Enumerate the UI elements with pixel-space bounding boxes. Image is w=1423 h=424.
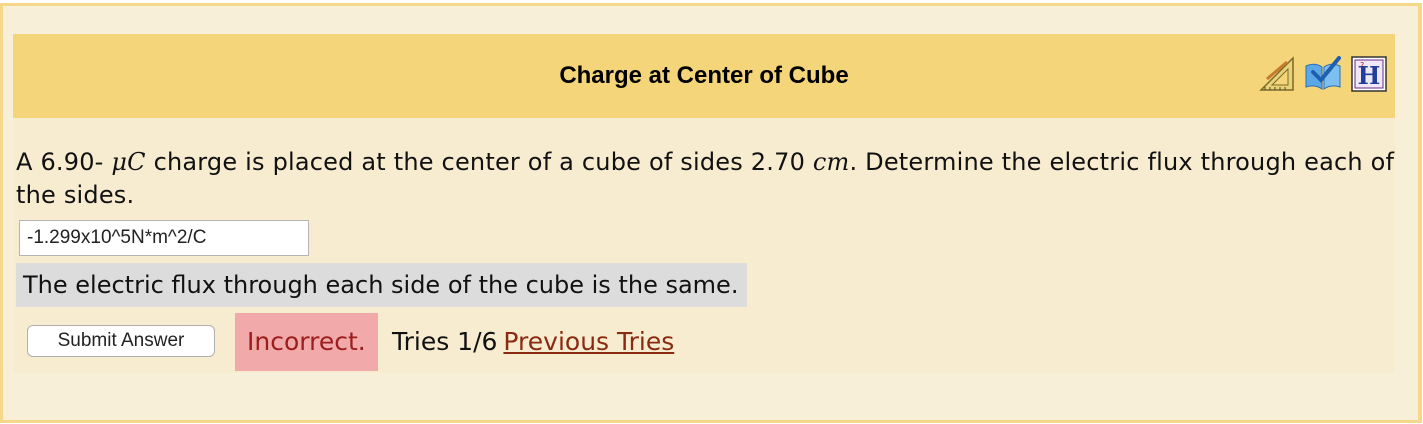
problem-header: Charge at Center of Cube H ? xyxy=(13,34,1395,118)
charge-unit: μC xyxy=(111,148,146,176)
previous-tries-link[interactable]: Previous Tries xyxy=(503,327,674,356)
tries-count: Tries 1/6 xyxy=(392,327,498,356)
hint-message: The electric flux through each side of t… xyxy=(16,263,748,307)
submit-answer-button[interactable]: Submit Answer xyxy=(27,325,215,357)
question-panel: A 6.90- μC charge is placed at the cente… xyxy=(13,118,1395,373)
svg-text:?: ? xyxy=(1360,61,1364,70)
help-icon[interactable]: H ? xyxy=(1349,54,1389,94)
question-prefix: A 6.90- xyxy=(16,148,112,176)
incorrect-status: Incorrect. xyxy=(235,313,378,371)
question-text: A 6.90- μC charge is placed at the cente… xyxy=(16,146,1396,212)
problem-container: Charge at Center of Cube H ? A 6.90- μC … xyxy=(0,3,1422,423)
length-unit: cm xyxy=(812,148,850,176)
feedback-icon[interactable] xyxy=(1303,54,1343,94)
answer-input[interactable] xyxy=(19,220,309,256)
header-icons: H ? xyxy=(1257,54,1389,94)
tries-info: Tries 1/6 Previous Tries xyxy=(392,313,674,371)
tools-icon[interactable] xyxy=(1257,54,1297,94)
question-middle: charge is placed at the center of a cube… xyxy=(145,148,813,176)
problem-title: Charge at Center of Cube xyxy=(559,62,849,89)
